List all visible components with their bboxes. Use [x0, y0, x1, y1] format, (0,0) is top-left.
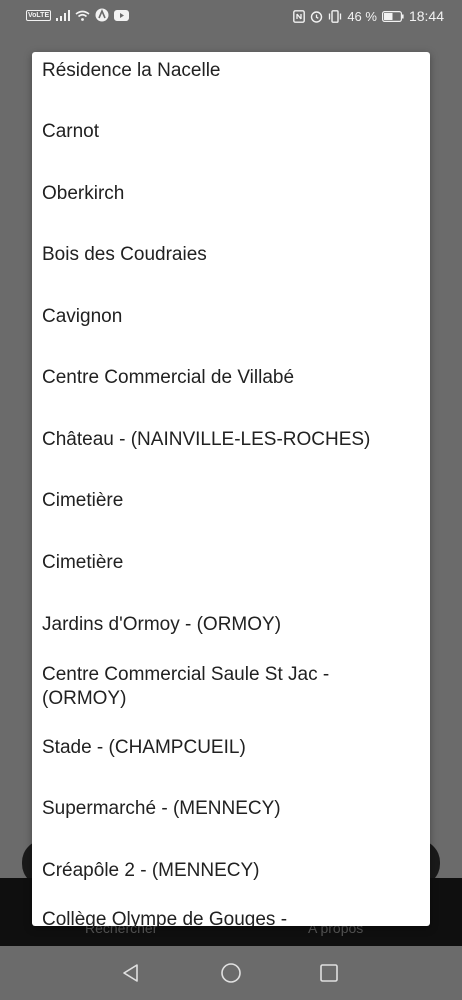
- wifi-icon: [75, 10, 90, 21]
- list-item[interactable]: Supermarché - (MENNECY): [32, 781, 430, 837]
- list-item[interactable]: Résidence la Nacelle: [32, 52, 430, 99]
- status-right-group: 46 % 18:44: [293, 8, 444, 24]
- list-item[interactable]: Centre Commercial Saule St Jac - (ORMOY): [32, 656, 430, 718]
- nfc-icon: [293, 9, 306, 23]
- home-icon[interactable]: [220, 962, 242, 984]
- list-item[interactable]: Créapôle 2 - (MENNECY): [32, 843, 430, 899]
- clock: 18:44: [408, 8, 444, 24]
- list-item[interactable]: Cimetière: [32, 473, 430, 529]
- system-nav-bar: [0, 946, 462, 1000]
- list-item[interactable]: Cimetière: [32, 535, 430, 591]
- list-item[interactable]: Jardins d'Ormoy - (ORMOY): [32, 597, 430, 653]
- list-item[interactable]: Centre Commercial de Villabé: [32, 350, 430, 406]
- battery-icon: [381, 10, 404, 22]
- status-bar: VoLTE 46 % 18:44: [0, 0, 462, 34]
- youtube-icon: [114, 9, 130, 21]
- list-item[interactable]: Château - (NAINVILLE-LES-ROCHES): [32, 412, 430, 468]
- status-left-group: VoLTE: [26, 8, 130, 22]
- list-item[interactable]: Oberkirch: [32, 166, 430, 222]
- list-item[interactable]: Stade - (CHAMPCUEIL): [32, 720, 430, 776]
- stop-selection-dialog: Résidence la Nacelle Carnot Oberkirch Bo…: [32, 52, 430, 926]
- signal-icon: [56, 9, 71, 21]
- list-item[interactable]: Carnot: [32, 104, 430, 160]
- volte-badge: VoLTE: [26, 9, 52, 21]
- battery-percent: 46 %: [347, 8, 377, 24]
- list-item[interactable]: Collège Olympe de Gouges -: [32, 892, 430, 926]
- navigation-icon: [95, 8, 109, 22]
- alarm-icon: [310, 10, 323, 23]
- list-item[interactable]: Cavignon: [32, 289, 430, 345]
- vibrate-icon: [328, 9, 342, 23]
- list-item[interactable]: Bois des Coudraies: [32, 227, 430, 283]
- back-icon[interactable]: [120, 962, 142, 984]
- recent-apps-icon[interactable]: [318, 962, 340, 984]
